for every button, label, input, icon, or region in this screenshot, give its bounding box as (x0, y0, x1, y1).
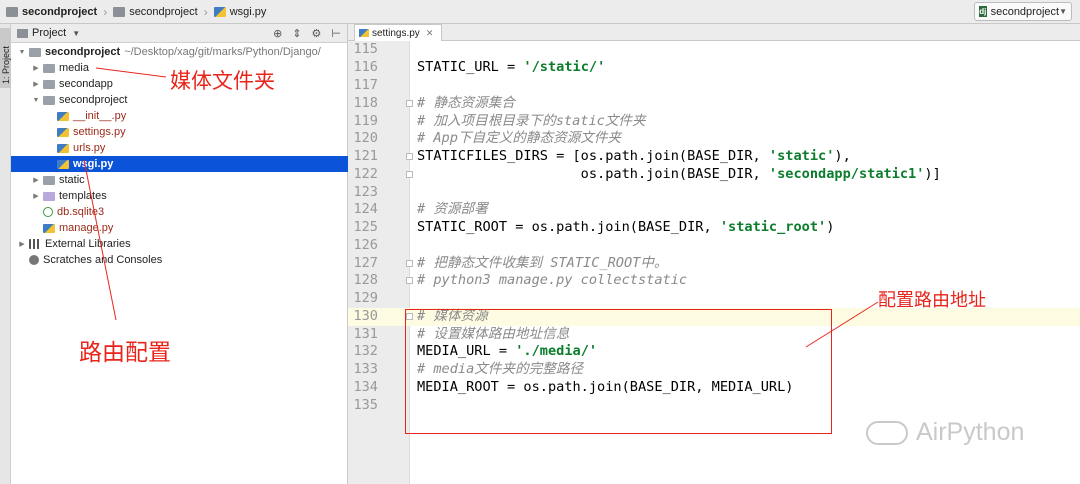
python-file-icon (57, 111, 69, 121)
run-configuration-select[interactable]: dj secondproject ▼ (974, 2, 1072, 21)
code-line[interactable]: 126 (348, 237, 1080, 255)
expanded-arrow-icon[interactable]: ▼ (31, 97, 41, 104)
folder-icon (43, 79, 55, 89)
code-line[interactable]: 120 # App下自定义的静态资源文件夹 (348, 130, 1080, 148)
folder-icon (43, 95, 55, 105)
hide-icon[interactable]: ⊢ (331, 27, 341, 40)
folder-icon (43, 175, 55, 185)
fold-icon[interactable] (406, 171, 413, 178)
editor-tab-bar: settings.py ✕ (348, 24, 1080, 41)
project-tool-button[interactable]: 1: Project (0, 28, 11, 88)
templates-folder-icon (43, 191, 55, 201)
annotation-route-config: 路由配置 (79, 340, 171, 366)
watermark: AirPython (866, 418, 1024, 447)
tree-item-urls[interactable]: urls.py (11, 140, 348, 156)
collapsed-arrow-icon[interactable]: ▶ (31, 192, 41, 200)
fold-icon[interactable] (406, 260, 413, 267)
fold-icon[interactable] (406, 153, 413, 160)
database-icon (43, 207, 53, 217)
tree-item-wsgi[interactable]: wsgi.py (11, 156, 348, 172)
code-line[interactable]: 116 STATIC_URL = '/static/' (348, 59, 1080, 77)
tool-window-strip: 1: Project (0, 24, 11, 484)
collapsed-arrow-icon[interactable]: ▶ (31, 176, 41, 184)
fold-icon[interactable] (406, 100, 413, 107)
django-icon: dj (979, 6, 987, 17)
code-line[interactable]: 118 # 静态资源集合 (348, 95, 1080, 113)
tree-item-manage[interactable]: manage.py (11, 220, 348, 236)
wechat-logo-icon (866, 420, 908, 445)
collapsed-arrow-icon[interactable]: ▶ (31, 80, 41, 88)
gear-icon[interactable]: ⚙ (312, 27, 322, 40)
code-line[interactable]: 123 (348, 184, 1080, 202)
close-icon[interactable]: ✕ (426, 28, 434, 39)
fold-icon[interactable] (406, 277, 413, 284)
breadcrumb-item[interactable]: secondproject › (0, 0, 107, 24)
tree-item-init[interactable]: __init__.py (11, 108, 348, 124)
tree-item-db[interactable]: db.sqlite3 (11, 204, 348, 220)
collapsed-arrow-icon[interactable]: ▶ (31, 64, 41, 72)
breadcrumb-item[interactable]: wsgi.py (208, 0, 266, 24)
folder-icon (29, 47, 41, 57)
chevron-down-icon[interactable]: ▼ (72, 29, 80, 38)
code-line[interactable]: 121 STATICFILES_DIRS = [os.path.join(BASE… (348, 148, 1080, 166)
collapsed-arrow-icon[interactable]: ▶ (17, 240, 27, 248)
scratches-icon (29, 255, 39, 265)
highlight-box (405, 309, 832, 434)
code-line[interactable]: 117 (348, 77, 1080, 95)
code-line[interactable]: 122 os.path.join(BASE_DIR, 'secondapp/st… (348, 166, 1080, 184)
code-line[interactable]: 124 # 资源部署 (348, 201, 1080, 219)
python-file-icon (43, 223, 55, 233)
python-file-icon (57, 159, 69, 169)
tree-item-scratches[interactable]: Scratches and Consoles (11, 252, 348, 268)
locate-icon[interactable]: ⊕ (273, 27, 282, 40)
project-panel-header: Project ▼ ⊕ ⇕ ⚙ ⊢ (11, 24, 347, 43)
annotation-media-folder: 媒体文件夹 (170, 69, 275, 93)
code-line[interactable]: 115 (348, 41, 1080, 59)
tree-item-settings[interactable]: settings.py (11, 124, 348, 140)
code-line[interactable]: 125 STATIC_ROOT = os.path.join(BASE_DIR, … (348, 219, 1080, 237)
folder-icon (6, 6, 18, 17)
chevron-down-icon: ▼ (1059, 7, 1067, 16)
library-icon (29, 239, 41, 249)
navigation-bar: secondproject › secondproject › wsgi.py … (0, 0, 1080, 24)
folder-icon (43, 63, 55, 73)
folder-icon (113, 6, 126, 17)
collapse-icon[interactable]: ⇕ (292, 27, 301, 40)
project-icon (17, 28, 28, 38)
breadcrumb-item[interactable]: secondproject › (107, 0, 208, 24)
tree-item-root[interactable]: ▼ secondproject ~/Desktop/xag/git/marks/… (11, 44, 348, 60)
tree-item-templates[interactable]: ▶ templates (11, 188, 348, 204)
code-line[interactable]: 127 # 把静态文件收集到 STATIC_ROOT中。 (348, 255, 1080, 273)
python-file-icon (57, 127, 69, 137)
python-file-icon (359, 29, 369, 37)
tree-item-external-libraries[interactable]: ▶ External Libraries (11, 236, 348, 252)
expanded-arrow-icon[interactable]: ▼ (17, 49, 27, 56)
python-file-icon (57, 143, 69, 153)
python-file-icon (213, 6, 226, 17)
tab-settings[interactable]: settings.py ✕ (354, 24, 443, 41)
annotation-route-address: 配置路由地址 (878, 290, 986, 311)
project-view-select[interactable]: Project (32, 27, 66, 39)
code-line[interactable]: 119 # 加入项目根目录下的static文件夹 (348, 113, 1080, 131)
tree-item-static[interactable]: ▶ static (11, 172, 348, 188)
